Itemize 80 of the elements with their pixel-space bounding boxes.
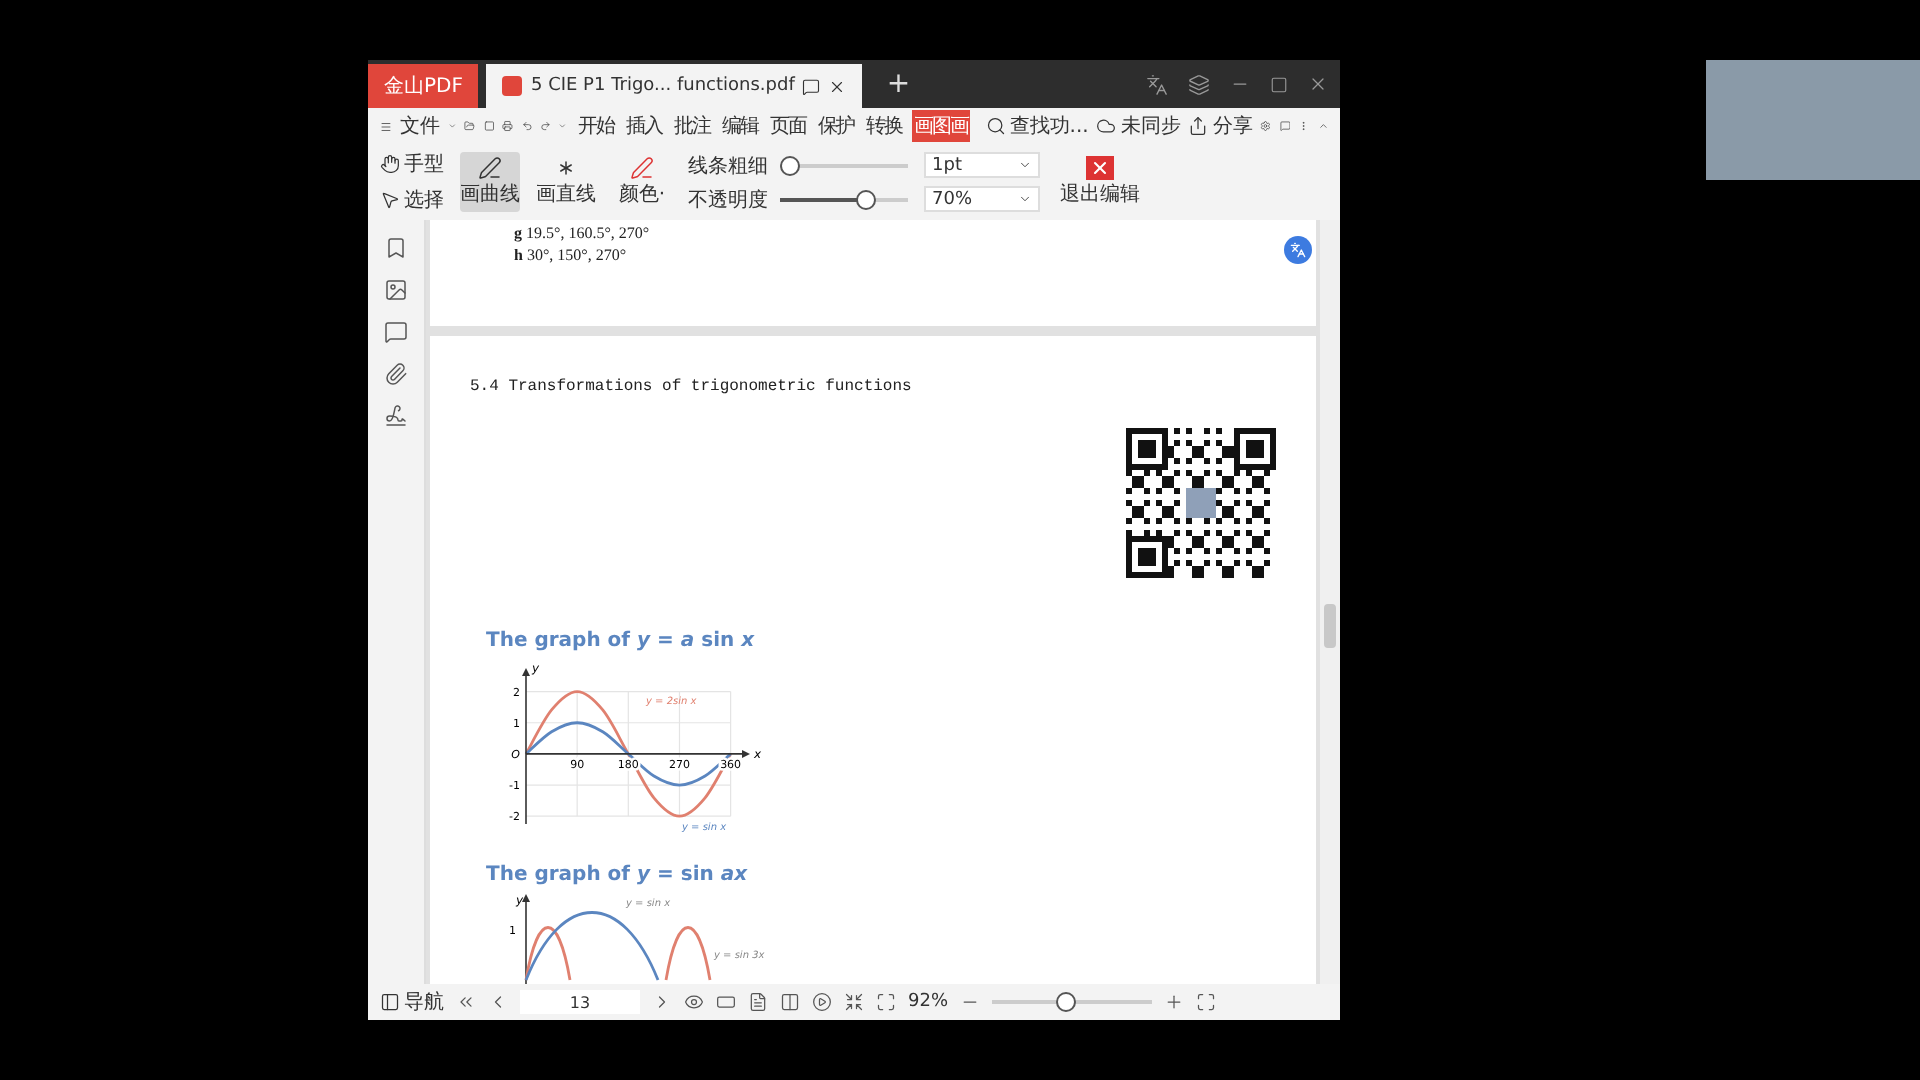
zoom-in-icon[interactable] xyxy=(1164,992,1185,1012)
ribbon-tab[interactable]: 开始 xyxy=(575,110,616,142)
search-function-button[interactable]: 查找功... xyxy=(985,112,1089,140)
share-icon[interactable] xyxy=(1188,116,1209,136)
thickness-dropdown[interactable]: 1pt xyxy=(924,152,1040,178)
paperclip-icon[interactable] xyxy=(384,362,408,386)
pointer-icon[interactable] xyxy=(380,190,400,210)
draw-tool-button[interactable]: 画曲线 xyxy=(460,152,520,212)
sine-curve-drawing xyxy=(524,911,660,981)
settings-icon[interactable] xyxy=(1260,116,1272,136)
hand-icon[interactable] xyxy=(380,154,400,174)
graph-title: The graph of y = a sin x xyxy=(486,630,755,652)
redo-icon[interactable] xyxy=(540,116,551,136)
file-menu[interactable]: 文件 xyxy=(399,112,440,140)
thickness-label: 线条粗细 xyxy=(688,153,768,179)
zoom-value: 92% xyxy=(908,992,949,1012)
search-icon[interactable] xyxy=(985,116,1006,136)
y-axis xyxy=(522,894,530,984)
draw-tool-button[interactable]: 画直线 xyxy=(536,152,596,212)
hand-tool-button[interactable]: 手型 xyxy=(380,150,444,178)
graph-title: The graph of y = sin ax xyxy=(486,864,748,886)
comment-icon[interactable] xyxy=(802,77,821,95)
ribbon-tab[interactable]: 转换 xyxy=(863,110,904,142)
two-page-icon[interactable] xyxy=(780,992,800,1012)
ribbon-tab[interactable]: 编辑 xyxy=(719,110,760,142)
panel-icon[interactable] xyxy=(380,992,400,1012)
color-button[interactable]: 颜色· xyxy=(612,152,672,212)
slider-thumb[interactable] xyxy=(855,189,876,209)
close-icon xyxy=(1086,156,1114,180)
slider-track[interactable] xyxy=(780,189,908,209)
chevron-down-icon[interactable] xyxy=(1018,158,1032,172)
first-page-icon[interactable] xyxy=(456,992,476,1012)
cloud-icon[interactable] xyxy=(1096,116,1117,136)
section-heading: 5.4 Transformations of trigonometric functions xyxy=(470,378,914,396)
slider-track[interactable] xyxy=(780,155,908,175)
close-tab-icon[interactable] xyxy=(828,77,847,95)
translate-icon[interactable] xyxy=(1146,73,1168,95)
ribbon-tab[interactable]: 保护 xyxy=(815,110,856,142)
opacity-label: 不透明度 xyxy=(688,187,768,213)
page-view-icon[interactable] xyxy=(748,992,768,1012)
ribbon-tab[interactable]: 批注 xyxy=(671,110,712,142)
curve-pen-icon[interactable] xyxy=(476,156,504,180)
bookmark-icon[interactable] xyxy=(384,236,408,260)
opacity-dropdown[interactable]: 70% xyxy=(924,186,1040,212)
pdf-file-icon xyxy=(502,76,523,96)
fit-width-icon[interactable] xyxy=(844,992,864,1012)
exit-edit-button[interactable]: 退出编辑 xyxy=(1056,152,1144,212)
document-icon[interactable] xyxy=(483,116,495,136)
answer-line: g 19.5°, 160.5°, 270° xyxy=(514,224,650,242)
fullscreen-icon[interactable] xyxy=(1196,992,1217,1012)
share-button[interactable]: 分享 xyxy=(1188,112,1253,140)
folder-icon[interactable] xyxy=(464,116,476,136)
comment-icon[interactable] xyxy=(384,320,408,344)
scrollbar-thumb[interactable] xyxy=(1324,604,1336,648)
document-tab[interactable]: 5 CIE P1 Trigo... functions.pdf xyxy=(486,64,863,108)
page-number-field[interactable]: 13 xyxy=(520,990,640,1014)
close-icon[interactable] xyxy=(1308,74,1328,94)
ribbon-tab[interactable]: 画图画 xyxy=(911,110,970,142)
slider-thumb[interactable] xyxy=(780,155,800,175)
sync-button[interactable]: 未同步 xyxy=(1096,112,1181,140)
answer-line: h 30°, 150°, 270° xyxy=(514,246,627,264)
print-icon[interactable] xyxy=(502,116,514,136)
new-tab-button[interactable]: + xyxy=(870,68,927,100)
maximize-icon[interactable] xyxy=(1270,75,1288,93)
eye-icon[interactable] xyxy=(684,992,704,1012)
ribbon-tab[interactable]: 插入 xyxy=(623,110,664,142)
single-page-icon[interactable] xyxy=(716,992,736,1012)
signature-icon[interactable] xyxy=(384,404,408,428)
navigation-button[interactable]: 导航 xyxy=(380,988,444,1016)
play-icon[interactable] xyxy=(812,992,832,1012)
select-tool-button[interactable]: 选择 xyxy=(380,186,444,214)
chevron-down-icon[interactable] xyxy=(1018,192,1032,206)
fit-page-icon[interactable] xyxy=(876,992,896,1012)
undo-icon[interactable] xyxy=(521,116,532,136)
zoom-slider-track[interactable] xyxy=(992,992,1153,1012)
pen-icon[interactable] xyxy=(630,156,654,180)
thumbnail-icon[interactable] xyxy=(384,278,408,302)
app-tab[interactable]: 金山PDF xyxy=(368,64,479,108)
zoom-slider-thumb[interactable] xyxy=(1055,992,1076,1012)
ribbon-tab[interactable]: 页面 xyxy=(767,110,808,142)
